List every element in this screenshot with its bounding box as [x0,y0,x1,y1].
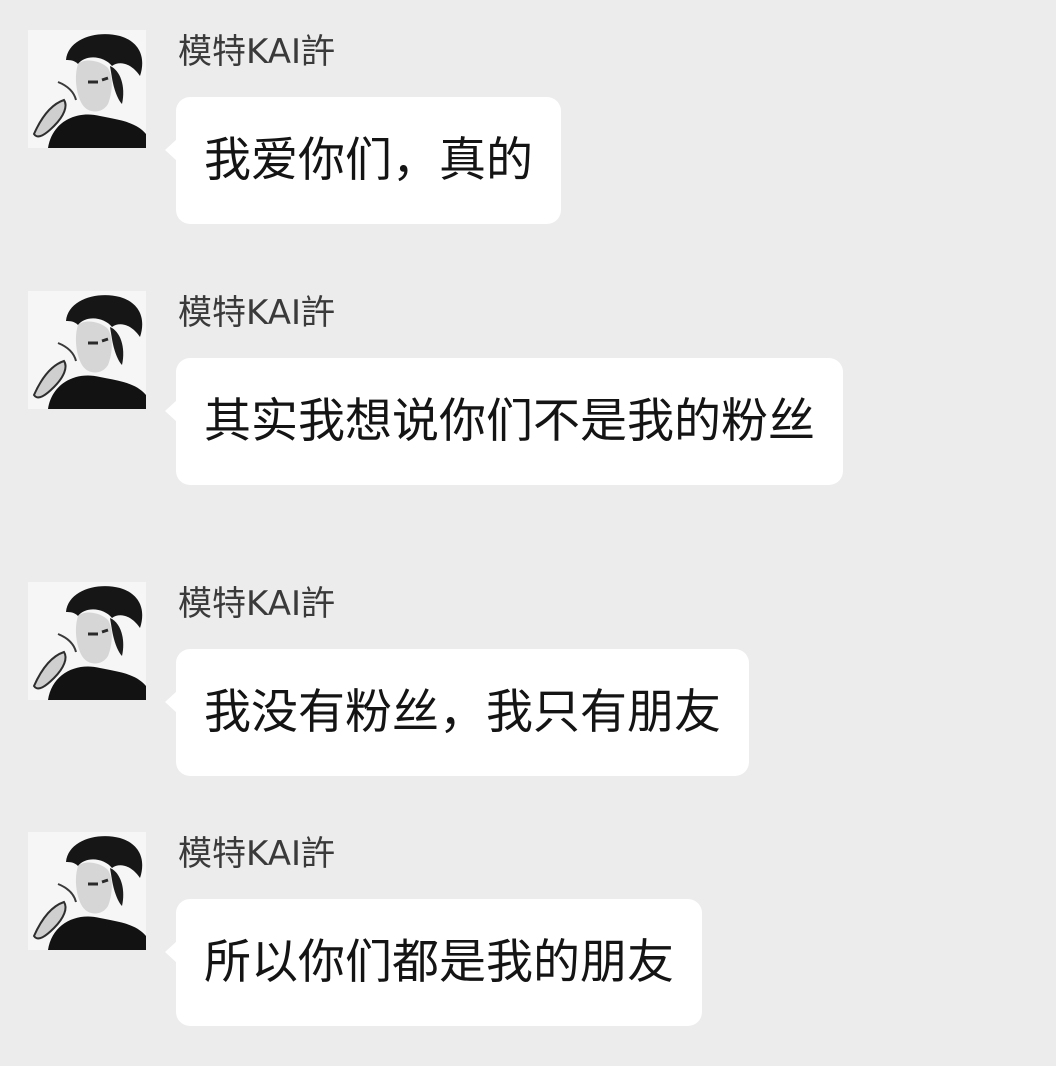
message-bubble[interactable]: 所以你们都是我的朋友 [165,899,702,1026]
message-text: 我没有粉丝，我只有朋友 [204,684,721,740]
message-bubble[interactable]: 我没有粉丝，我只有朋友 [165,649,749,776]
avatar[interactable] [28,291,146,409]
avatar[interactable] [28,832,146,950]
avatar[interactable] [28,582,146,700]
sender-name: 模特KAI許 [178,293,335,333]
message-bubble[interactable]: 我爱你们，真的 [165,97,561,224]
avatar[interactable] [28,30,146,148]
sender-name: 模特KAI許 [178,834,335,874]
message-bubble[interactable]: 其实我想说你们不是我的粉丝 [165,358,843,485]
message-text: 其实我想说你们不是我的粉丝 [204,393,815,449]
message-text: 所以你们都是我的朋友 [204,934,674,990]
message-text: 我爱你们，真的 [204,132,533,188]
sender-name: 模特KAI許 [178,32,335,72]
sender-name: 模特KAI許 [178,584,335,624]
